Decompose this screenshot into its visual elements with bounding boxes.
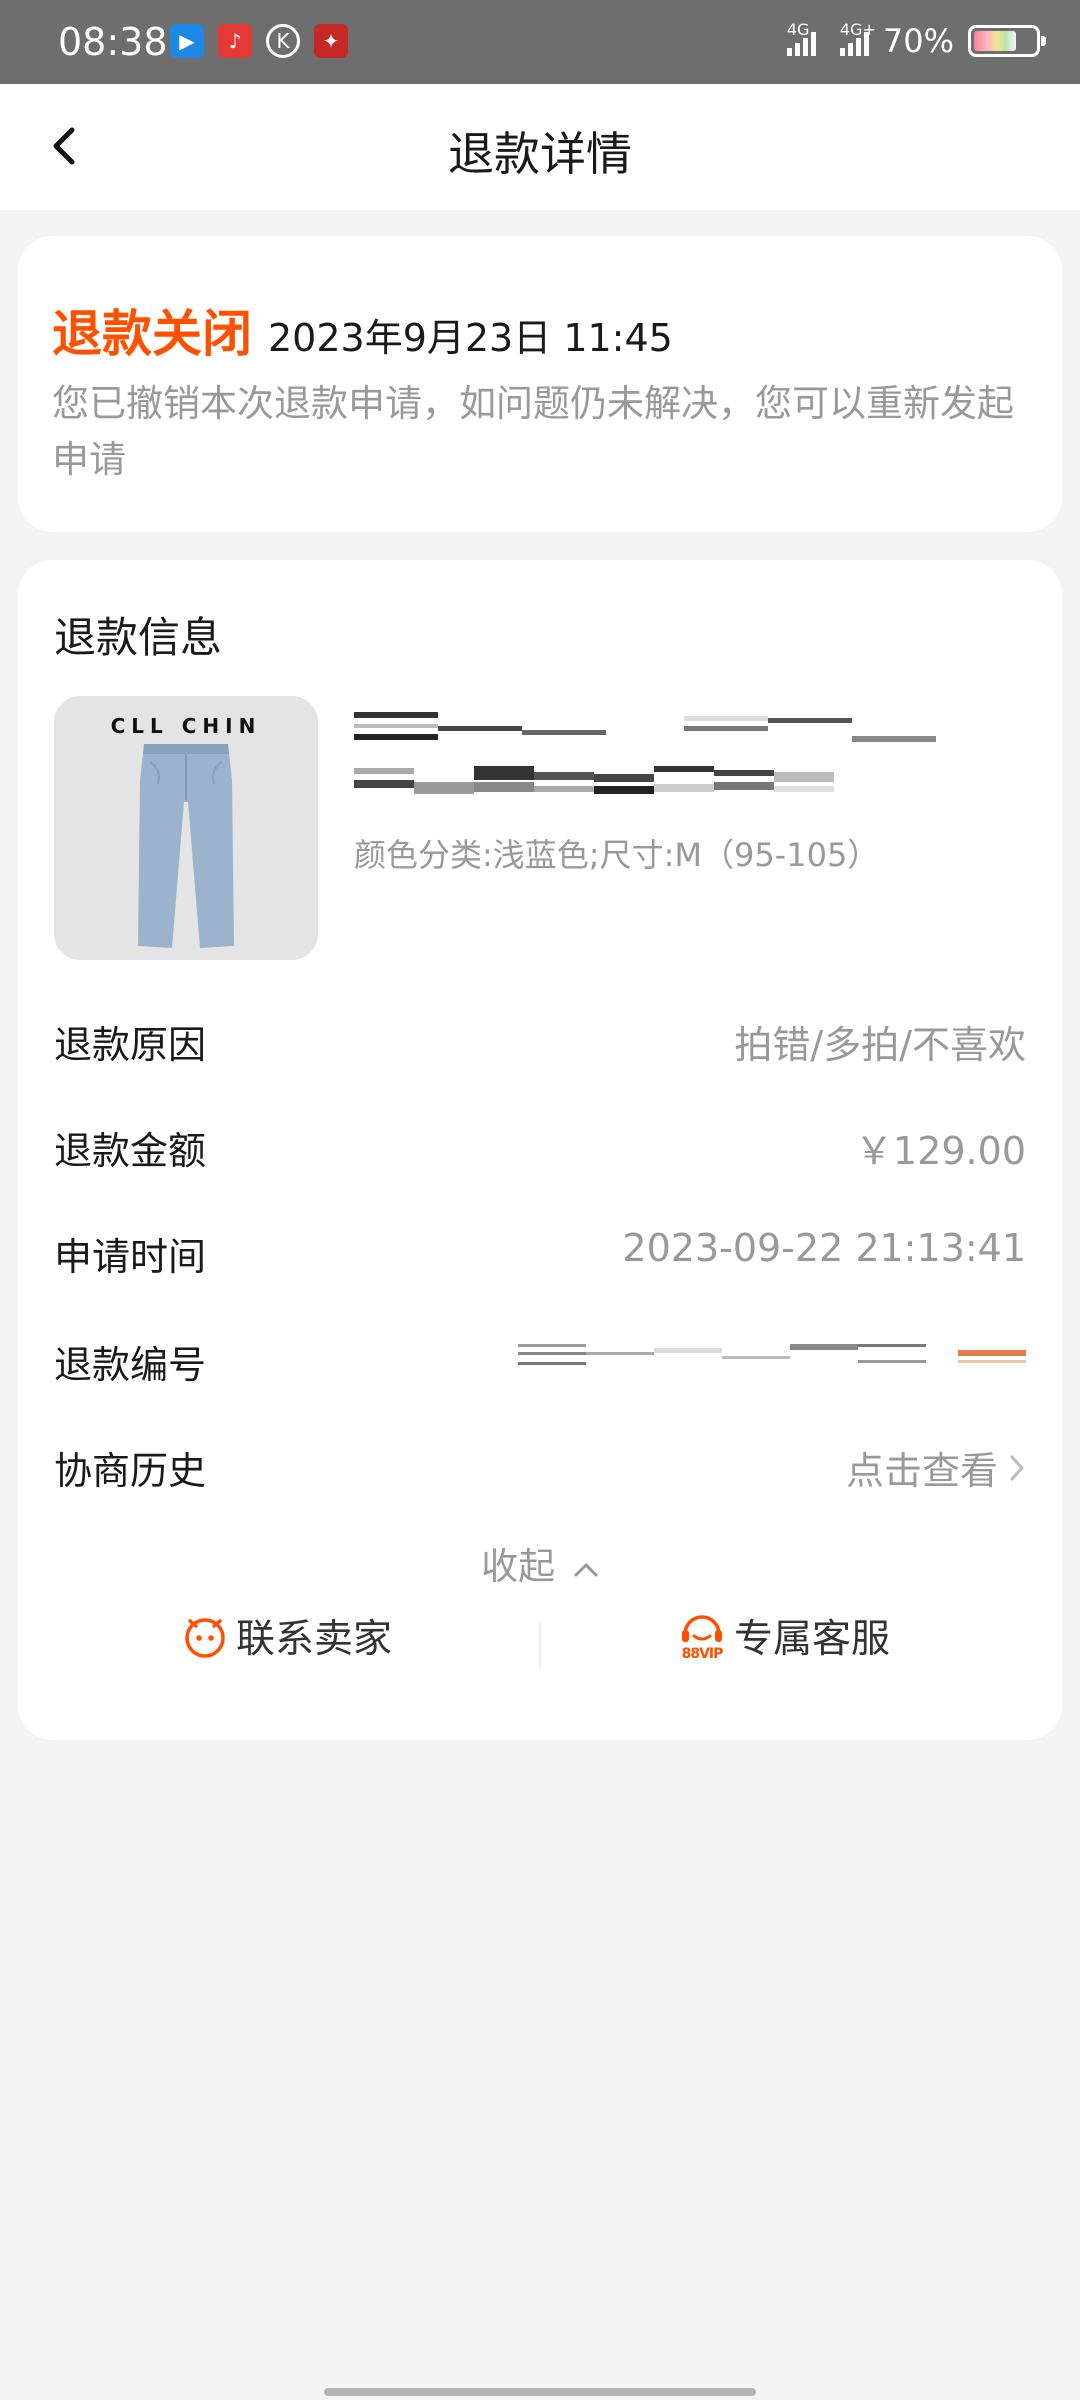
- refund-reason-row: 退款原因 拍错/多拍/不喜欢: [54, 1014, 1026, 1074]
- apply-time-row: 申请时间 2023-09-22 21:13:41: [54, 1226, 1026, 1286]
- collapse-button[interactable]: 收起: [18, 1536, 1062, 1590]
- battery-percent: 70%: [882, 22, 954, 60]
- refund-amount-row: 退款金额 ￥129.00: [54, 1120, 1026, 1180]
- vip-badge: 88VIP: [681, 1646, 724, 1662]
- signal-icon-2: 4G+: [839, 20, 876, 56]
- negotiation-history-row[interactable]: 协商历史 点击查看: [54, 1440, 1026, 1500]
- view-history-link[interactable]: 点击查看: [846, 1440, 1026, 1495]
- refund-state: 退款关闭: [52, 305, 252, 363]
- apply-time-value: 2023-09-22 21:13:41: [622, 1226, 1026, 1270]
- red-app-icon: ✦: [314, 24, 348, 58]
- collapse-label: 收起: [481, 1545, 556, 1588]
- k-app-icon: K: [266, 24, 300, 58]
- refund-status-description: 您已撤销本次退款申请，如问题仍未解决，您可以重新发起申请: [52, 382, 1014, 481]
- chevron-right-icon: [1010, 1455, 1024, 1480]
- listen-app-icon: ♪: [218, 24, 252, 58]
- refund-number-redacted: [518, 1344, 1028, 1378]
- refund-info-card: 退款信息 CLL CHIN 颜色分类:浅蓝色;尺寸:M（95-105） 退款原因…: [18, 560, 1062, 1740]
- contact-seller-button[interactable]: 联系卖家: [182, 1608, 392, 1664]
- page-header: 退款详情: [0, 84, 1080, 210]
- chevron-up-icon: [574, 1563, 598, 1577]
- vip-service-label: 专属客服: [734, 1617, 891, 1662]
- section-title: 退款信息: [54, 613, 223, 662]
- action-divider: [539, 1622, 541, 1668]
- vip-service-button[interactable]: 88VIP 专属客服: [678, 1608, 890, 1664]
- negotiation-history-label: 协商历史: [54, 1449, 207, 1493]
- action-bar: 联系卖家 88VIP 专属客服: [18, 1608, 1062, 1678]
- refund-status-card: 退款关闭 2023年9月23日 11:45 您已撤销本次退款申请，如问题仍未解决…: [18, 236, 1062, 532]
- home-indicator[interactable]: [324, 2388, 756, 2396]
- video-app-icon: ▶: [170, 24, 204, 58]
- refund-amount-value: ￥129.00: [855, 1129, 1026, 1173]
- view-history-text: 点击查看: [845, 1449, 998, 1493]
- notification-icons: ▶ ♪ K ✦: [170, 24, 348, 58]
- status-bar: 08:38 ▶ ♪ K ✦ 4G 4G+ 70%: [0, 0, 1080, 84]
- vip-headset-icon: 88VIP: [678, 1608, 726, 1664]
- signal-icon: 4G: [786, 20, 816, 56]
- product-variant: 颜色分类:浅蓝色;尺寸:M（95-105）: [354, 836, 880, 874]
- product-brand-text: CLL CHIN: [110, 714, 262, 738]
- battery-icon: [968, 25, 1046, 57]
- refund-amount-label: 退款金额: [54, 1129, 207, 1173]
- product-title-redacted[interactable]: [354, 712, 954, 802]
- refund-closed-time: 2023年9月23日 11:45: [268, 316, 673, 360]
- page-title: 退款详情: [448, 127, 632, 181]
- refund-reason-label: 退款原因: [54, 1023, 207, 1067]
- product-image[interactable]: CLL CHIN: [54, 696, 318, 960]
- contact-seller-label: 联系卖家: [236, 1617, 393, 1662]
- seller-chat-icon: [185, 1618, 225, 1658]
- apply-time-label: 申请时间: [54, 1235, 207, 1279]
- refund-number-row: 退款编号: [54, 1334, 1026, 1394]
- refund-number-label: 退款编号: [54, 1343, 207, 1387]
- clock: 08:38: [58, 20, 168, 64]
- refund-reason-value: 拍错/多拍/不喜欢: [734, 1023, 1026, 1067]
- jeans-image: [138, 744, 234, 948]
